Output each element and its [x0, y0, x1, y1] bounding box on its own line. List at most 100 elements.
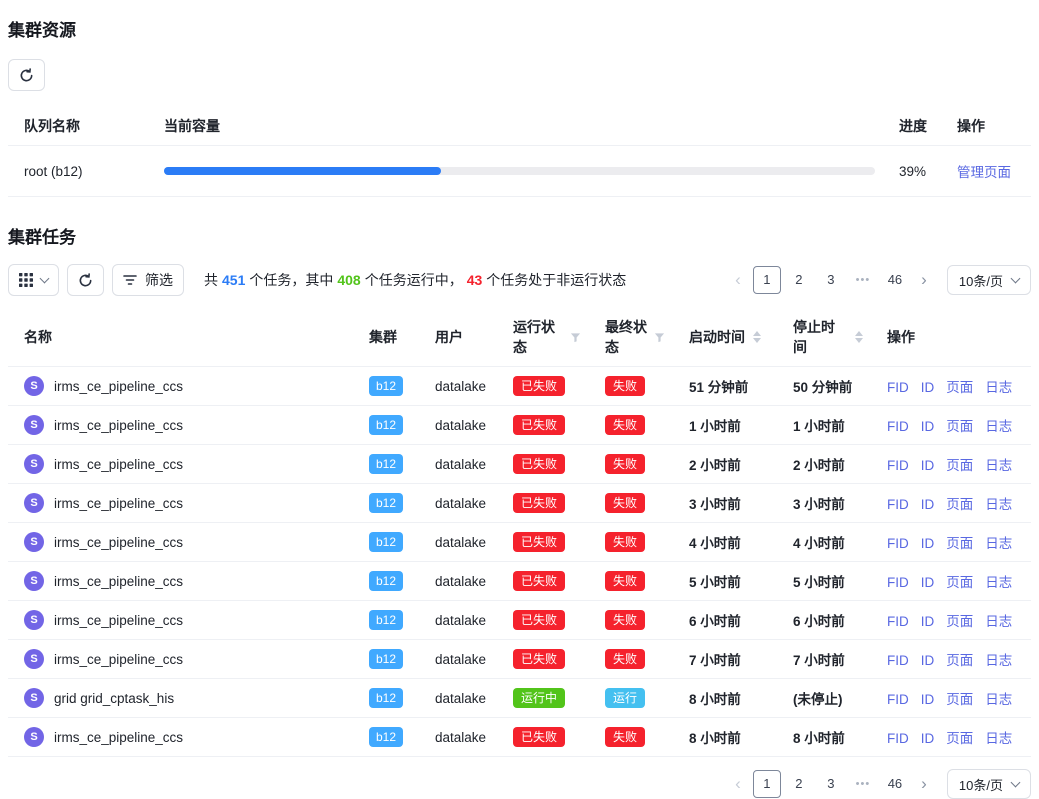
refresh-button[interactable]: [8, 59, 45, 91]
table-row: S irms_ce_pipeline_ccs b12 datalake 已失败 …: [8, 406, 1031, 445]
action-link-fid[interactable]: FID: [887, 614, 909, 629]
page-button-46[interactable]: 46: [881, 266, 909, 294]
action-link-id[interactable]: ID: [921, 653, 935, 668]
page-size-select[interactable]: 10条/页: [947, 769, 1031, 799]
filter-icon[interactable]: [570, 332, 581, 343]
action-link-id[interactable]: ID: [921, 731, 935, 746]
col-progress-label: 进度: [899, 118, 927, 134]
table-row: S irms_ce_pipeline_ccs b12 datalake 已失败 …: [8, 523, 1031, 562]
table-row: S irms_ce_pipeline_ccs b12 datalake 已失败 …: [8, 367, 1031, 406]
action-link-log[interactable]: 日志: [985, 614, 1012, 629]
col-cluster: 集群: [353, 308, 419, 367]
col-actions: 操作: [941, 107, 1031, 146]
page-button-46[interactable]: 46: [881, 770, 909, 798]
action-link-fid[interactable]: FID: [887, 653, 909, 668]
action-link-log[interactable]: 日志: [985, 575, 1012, 590]
page-button-2[interactable]: 2: [785, 266, 813, 294]
action-link-log[interactable]: 日志: [985, 419, 1012, 434]
action-link-fid[interactable]: FID: [887, 380, 909, 395]
action-link-log[interactable]: 日志: [985, 497, 1012, 512]
col-actions-label: 操作: [887, 329, 915, 345]
page-ellipsis[interactable]: •••: [849, 266, 877, 294]
action-link-fid[interactable]: FID: [887, 692, 909, 707]
user-label: datalake: [435, 574, 486, 589]
action-link-log[interactable]: 日志: [985, 653, 1012, 668]
sort-icon[interactable]: [855, 331, 863, 343]
final-status-badge: 失败: [605, 532, 645, 552]
action-link-log[interactable]: 日志: [985, 536, 1012, 551]
action-link-log[interactable]: 日志: [985, 380, 1012, 395]
action-link-page[interactable]: 页面: [946, 575, 973, 590]
action-link-fid[interactable]: FID: [887, 731, 909, 746]
action-link-id[interactable]: ID: [921, 575, 935, 590]
task-name: grid grid_cptask_his: [54, 691, 174, 706]
filter-button[interactable]: 筛选: [112, 264, 184, 296]
sort-icon[interactable]: [753, 331, 761, 343]
refresh-button[interactable]: [67, 264, 104, 296]
layout-dropdown-button[interactable]: [8, 264, 59, 296]
action-link-fid[interactable]: FID: [887, 497, 909, 512]
prev-page-button[interactable]: ‹: [727, 770, 749, 798]
page-button-1[interactable]: 1: [753, 266, 781, 294]
user-label: datalake: [435, 535, 486, 550]
action-link-id[interactable]: ID: [921, 380, 935, 395]
progress-percent: 39%: [899, 164, 926, 179]
action-link-id[interactable]: ID: [921, 536, 935, 551]
avatar-letter: S: [30, 693, 37, 704]
action-link-log[interactable]: 日志: [985, 731, 1012, 746]
page-button-2[interactable]: 2: [785, 770, 813, 798]
run-status-badge: 已失败: [513, 454, 565, 474]
user-label: datalake: [435, 613, 486, 628]
stop-time: 2 小时前: [793, 458, 845, 473]
action-link-log[interactable]: 日志: [985, 692, 1012, 707]
cluster-badge: b12: [369, 532, 403, 552]
col-cluster-label: 集群: [369, 329, 397, 345]
action-link-page[interactable]: 页面: [946, 458, 973, 473]
action-link-page[interactable]: 页面: [946, 614, 973, 629]
table-row: S irms_ce_pipeline_ccs b12 datalake 已失败 …: [8, 562, 1031, 601]
col-stop-time-label: 停止时间: [793, 317, 847, 357]
action-link-id[interactable]: ID: [921, 458, 935, 473]
manage-page-link[interactable]: 管理页面: [957, 165, 1011, 180]
cluster-badge: b12: [369, 727, 403, 747]
action-link-fid[interactable]: FID: [887, 458, 909, 473]
col-start-time: 启动时间: [673, 308, 777, 367]
action-link-log[interactable]: 日志: [985, 458, 1012, 473]
page-size-select[interactable]: 10条/页: [947, 265, 1031, 295]
row-actions: FID ID 页面日志: [871, 718, 1031, 757]
start-time: 8 小时前: [689, 731, 741, 746]
final-status-badge: 失败: [605, 610, 645, 630]
final-status-badge: 运行: [605, 688, 645, 708]
action-link-page[interactable]: 页面: [946, 731, 973, 746]
action-link-id[interactable]: ID: [921, 692, 935, 707]
action-link-id[interactable]: ID: [921, 497, 935, 512]
page-button-1[interactable]: 1: [753, 770, 781, 798]
page-button-3[interactable]: 3: [817, 266, 845, 294]
page-button-3[interactable]: 3: [817, 770, 845, 798]
prev-page-button[interactable]: ‹: [727, 266, 749, 294]
action-link-id[interactable]: ID: [921, 614, 935, 629]
action-link-fid[interactable]: FID: [887, 419, 909, 434]
run-status-badge: 已失败: [513, 727, 565, 747]
task-name: irms_ce_pipeline_ccs: [54, 418, 183, 433]
cluster-badge: b12: [369, 415, 403, 435]
action-link-page[interactable]: 页面: [946, 419, 973, 434]
action-link-fid[interactable]: FID: [887, 536, 909, 551]
capacity-progress-bar: [164, 167, 875, 175]
task-name: irms_ce_pipeline_ccs: [54, 496, 183, 511]
action-link-page[interactable]: 页面: [946, 692, 973, 707]
filter-icon[interactable]: [654, 332, 665, 343]
page-size-label: 10条/页: [959, 775, 1003, 794]
action-link-page[interactable]: 页面: [946, 497, 973, 512]
action-link-page[interactable]: 页面: [946, 653, 973, 668]
action-link-page[interactable]: 页面: [946, 536, 973, 551]
page-ellipsis[interactable]: •••: [849, 770, 877, 798]
next-page-button[interactable]: ›: [913, 266, 935, 294]
user-label: datalake: [435, 457, 486, 472]
action-link-fid[interactable]: FID: [887, 575, 909, 590]
row-actions: FID ID 页面日志: [871, 406, 1031, 445]
action-link-page[interactable]: 页面: [946, 380, 973, 395]
stop-time: 6 小时前: [793, 614, 845, 629]
action-link-id[interactable]: ID: [921, 419, 935, 434]
next-page-button[interactable]: ›: [913, 770, 935, 798]
